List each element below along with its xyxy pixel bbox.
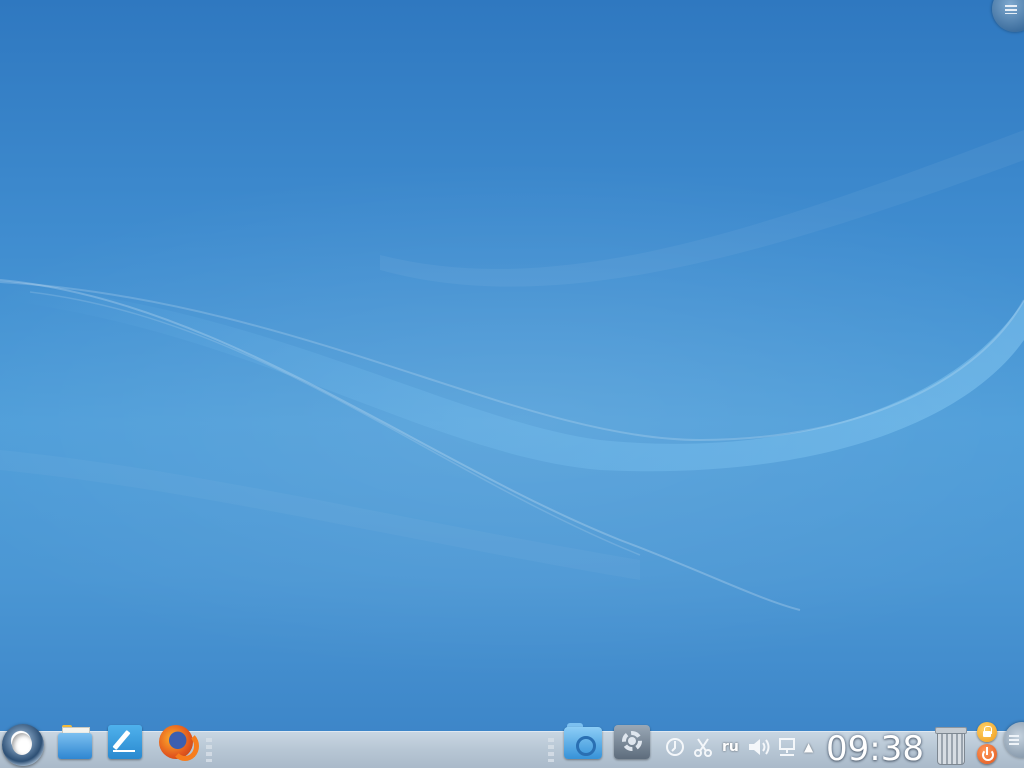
expand-arrow-icon: ▲	[804, 740, 814, 754]
scissors-icon	[694, 738, 712, 757]
panel-drag-handle-right[interactable]	[548, 738, 554, 762]
klipper-tray-button[interactable]	[664, 734, 686, 760]
keyboard-layout-label: ru	[722, 739, 739, 755]
trash-button[interactable]	[932, 724, 968, 765]
network-icon	[779, 738, 795, 756]
file-manager-launcher[interactable]	[56, 723, 94, 761]
digital-clock[interactable]: 09:38	[826, 729, 924, 768]
power-icon	[982, 749, 994, 761]
volume-icon	[749, 739, 770, 755]
text-editor-launcher[interactable]	[107, 723, 145, 761]
volume-tray-button[interactable]	[746, 734, 772, 760]
dolphin-launcher[interactable]	[563, 723, 602, 761]
lock-screen-button[interactable]	[977, 722, 997, 742]
application-menu-icon	[12, 733, 32, 755]
clipboard-tray-button[interactable]	[692, 734, 714, 760]
panel-drag-handle-left[interactable]	[206, 738, 212, 762]
network-tray-button[interactable]	[776, 734, 800, 760]
taskbar-panel: ru ▲ 09:38	[0, 722, 1024, 768]
toolbox-icon	[1005, 5, 1017, 14]
clock-time: 09:38	[826, 729, 924, 768]
keyboard-layout-indicator[interactable]: ru	[722, 734, 739, 760]
system-settings-launcher[interactable]	[613, 723, 651, 761]
leave-button[interactable]	[977, 744, 997, 764]
klipper-icon	[666, 738, 684, 756]
tray-expand-button[interactable]: ▲	[804, 734, 813, 760]
desktop[interactable]	[0, 0, 1024, 768]
application-launcher-button[interactable]	[2, 724, 44, 766]
wallpaper-waves	[0, 130, 1024, 680]
web-browser-launcher[interactable]	[157, 723, 199, 761]
panel-settings-icon	[1009, 735, 1019, 745]
